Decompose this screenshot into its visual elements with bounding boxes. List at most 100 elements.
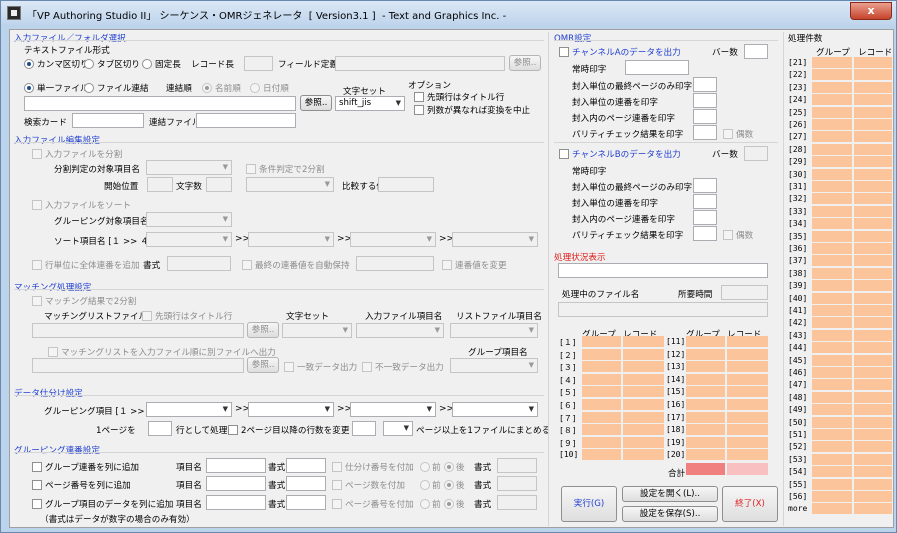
split-key-select[interactable]: ▼ [146, 160, 232, 175]
ch-a-bars-input[interactable] [744, 44, 768, 59]
input-browse-button[interactable]: 参照.. [300, 95, 332, 111]
ch-a-even-checkbox[interactable] [723, 129, 733, 139]
g-serial-item-input[interactable] [206, 458, 266, 473]
match-charset-select[interactable]: ▼ [282, 323, 352, 338]
page-no-after-radio[interactable] [444, 499, 454, 509]
group-item-2-select[interactable]: ▼ [248, 402, 334, 417]
record-length-input[interactable] [244, 56, 273, 71]
sort-no-before-radio[interactable] [420, 462, 430, 472]
match-group-key-select[interactable]: ▼ [450, 358, 538, 373]
list-browse-button[interactable]: 参照.. [247, 322, 279, 338]
ch-b-bars-input[interactable] [744, 146, 768, 161]
page-count-format-input[interactable] [497, 476, 537, 491]
group-item-4-select[interactable]: ▼ [452, 402, 538, 417]
group-item-1-select[interactable]: ▼ [146, 402, 232, 417]
change-rows-checkbox[interactable] [228, 425, 238, 435]
ch-a-parity-input[interactable] [693, 125, 717, 140]
sort-checkbox[interactable] [32, 200, 42, 210]
add-serial-checkbox[interactable] [32, 260, 42, 270]
g-data-checkbox[interactable] [32, 499, 42, 509]
ch-a-always-label: 常時印字 [572, 65, 607, 75]
page-count-after-radio[interactable] [444, 480, 454, 490]
page-no-format-input[interactable] [497, 495, 537, 510]
concat-radio[interactable] [84, 83, 94, 93]
comma-radio[interactable] [24, 59, 34, 69]
change-serial-checkbox[interactable] [442, 260, 452, 270]
start-pos-input[interactable] [147, 177, 173, 192]
field-def-browse-button[interactable]: 参照.. [509, 55, 541, 71]
split-checkbox[interactable] [32, 149, 42, 159]
group-key-select[interactable]: ▼ [146, 212, 232, 227]
ch-b-even-checkbox[interactable] [723, 230, 733, 240]
g-data-item-input[interactable] [206, 495, 266, 510]
g-serial-checkbox[interactable] [32, 462, 42, 472]
g-serial-format-input[interactable] [286, 458, 326, 473]
g-data-format-input[interactable] [286, 495, 326, 510]
concat-filename-input[interactable] [196, 113, 296, 128]
rows-per-page-input[interactable] [148, 421, 172, 436]
sort-key-4-select[interactable]: ▼ [452, 232, 538, 247]
pages-select[interactable]: ▼ [383, 421, 413, 436]
field-def-input[interactable] [335, 56, 505, 71]
count-group [812, 181, 852, 192]
sort-key-3-select[interactable]: ▼ [350, 232, 436, 247]
count-row-label: [54] [788, 467, 808, 477]
input-key-select[interactable]: ▼ [356, 323, 444, 338]
compare-value-input[interactable] [378, 177, 434, 192]
cond-split-checkbox[interactable] [246, 164, 256, 174]
col-mismatch-checkbox[interactable] [414, 105, 424, 115]
add-serial-format-input[interactable] [167, 256, 231, 271]
output-browse-button[interactable]: 参照.. [247, 357, 279, 373]
ch-b-checkbox[interactable] [559, 149, 569, 159]
ch-b-unit-serial-input[interactable] [693, 194, 717, 209]
p-serial-checkbox[interactable] [32, 480, 42, 490]
ch-b-parity-input[interactable] [693, 226, 717, 241]
match-out-checkbox[interactable] [284, 362, 294, 372]
group-item-3-select[interactable]: ▼ [350, 402, 436, 417]
output-file-input[interactable] [32, 358, 244, 373]
fixed-length-radio[interactable] [142, 59, 152, 69]
by-name-radio[interactable] [202, 83, 212, 93]
list-file-input[interactable] [32, 323, 244, 338]
ch-b-last-page-input[interactable] [693, 178, 717, 193]
save-settings-button[interactable]: 設定を保存(S).. [622, 506, 718, 522]
ch-a-last-page-input[interactable] [693, 77, 717, 92]
sort-no-after-radio[interactable] [444, 462, 454, 472]
list-title-row-checkbox[interactable] [142, 311, 152, 321]
by-date-radio[interactable] [250, 83, 260, 93]
compare-op-select[interactable]: ▼ [246, 177, 334, 192]
page-no-before-radio[interactable] [420, 499, 430, 509]
close-button[interactable]: x [850, 2, 892, 20]
run-button[interactable]: 実行(G) [561, 486, 617, 522]
keep-last-input[interactable] [356, 256, 434, 271]
list-key-select[interactable]: ▼ [450, 323, 538, 338]
sort-no-format-input[interactable] [497, 458, 537, 473]
ch-a-always-input[interactable] [625, 60, 689, 75]
tab-radio[interactable] [84, 59, 94, 69]
p-serial-item-input[interactable] [206, 476, 266, 491]
rows-after-input[interactable] [352, 421, 376, 436]
charset-select[interactable]: shift_jis ▼ [335, 96, 405, 111]
add-page-count-checkbox[interactable] [332, 480, 342, 490]
open-settings-button[interactable]: 設定を開く(L).. [622, 486, 718, 502]
p-serial-format-input[interactable] [286, 476, 326, 491]
ch-a-unit-serial-input[interactable] [693, 93, 717, 108]
keep-last-checkbox[interactable] [242, 260, 252, 270]
single-file-radio[interactable] [24, 83, 34, 93]
exit-button[interactable]: 終了(X) [722, 486, 778, 522]
unmatch-out-checkbox[interactable] [362, 362, 372, 372]
page-count-before-radio[interactable] [420, 480, 430, 490]
chars-input[interactable] [206, 177, 232, 192]
ch-a-inner-serial-input[interactable] [693, 109, 717, 124]
add-page-no-checkbox[interactable] [332, 499, 342, 509]
add-sort-no-checkbox[interactable] [332, 462, 342, 472]
title-row-checkbox[interactable] [414, 92, 424, 102]
ch-a-checkbox[interactable] [559, 47, 569, 57]
sort-key-2-select[interactable]: ▼ [248, 232, 334, 247]
sort-key-1-select[interactable]: ▼ [146, 232, 232, 247]
ch-b-inner-serial-input[interactable] [693, 210, 717, 225]
input-file-path[interactable] [24, 96, 296, 111]
match-split-checkbox[interactable] [32, 296, 42, 306]
output-sep-checkbox[interactable] [48, 347, 58, 357]
search-card-input[interactable] [72, 113, 144, 128]
